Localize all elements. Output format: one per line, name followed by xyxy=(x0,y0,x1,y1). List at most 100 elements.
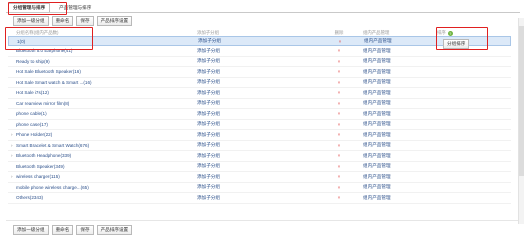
expand-arrow-icon[interactable]: › xyxy=(11,132,13,137)
table-row[interactable]: › Smart Bracelet & Smart Watch(676) 添加子分组 ×… xyxy=(8,141,511,151)
table-row[interactable]: Car rearview mirror film(8) 添加子分组 × 组内产品管理 xyxy=(8,99,511,109)
group-name-text: Hot Sale Smart watch & Smart ...(16) xyxy=(16,79,92,85)
delete-icon[interactable]: × xyxy=(326,39,354,44)
group-name-text: Smart Bracelet & Smart Watch(676) xyxy=(16,142,90,148)
group-name[interactable]: mobile phone wireless charge...(65) xyxy=(8,185,197,190)
manage-products-link[interactable]: 组内产品管理 xyxy=(353,69,445,75)
header-add-subgroup: 添加子分组 xyxy=(197,30,219,35)
group-name-text: mobile phone wireless charge...(65) xyxy=(16,184,89,190)
toolbar-bottom: 添加一级分组 重命名 保存 产品排序设置 xyxy=(13,225,133,235)
group-name[interactable]: Ready to ship(9) xyxy=(8,59,197,64)
table-row[interactable]: › Bluetooth Headphone(339) 添加子分组 × 组内产品管理 xyxy=(8,151,511,162)
group-name-text: Hot Sale i7s(12) xyxy=(16,90,49,96)
delete-icon[interactable]: × xyxy=(325,143,353,148)
delete-icon[interactable]: × xyxy=(325,195,353,200)
group-name[interactable]: › Smart Bracelet & Smart Watch(676) xyxy=(8,143,197,148)
manage-products-link[interactable]: 组内产品管理 xyxy=(353,132,445,138)
expand-arrow-icon[interactable]: › xyxy=(11,174,13,179)
table-bottom-divider xyxy=(6,220,520,221)
delete-icon[interactable]: × xyxy=(325,174,353,179)
expand-arrow-icon[interactable]: › xyxy=(11,143,13,148)
group-name[interactable]: Hot Sale Smart watch & Smart ...(16) xyxy=(8,80,197,85)
add-subgroup-link[interactable]: 添加子分组 xyxy=(198,38,326,44)
delete-icon[interactable]: × xyxy=(325,80,353,85)
group-name[interactable]: Car rearview mirror film(8) xyxy=(8,101,197,106)
manage-products-link[interactable]: 组内产品管理 xyxy=(353,184,445,190)
table-row[interactable]: phone cable(1) 添加子分组 × 组内产品管理 xyxy=(8,109,511,120)
product-sort-settings-button[interactable]: 产品排序设置 xyxy=(96,16,133,26)
manage-products-link[interactable]: 组内产品管理 xyxy=(353,174,445,180)
add-subgroup-link[interactable]: 添加子分组 xyxy=(197,48,325,54)
save-button[interactable]: 保存 xyxy=(76,16,94,26)
group-name-text: Bluetooth Speaker(349) xyxy=(16,163,65,169)
add-subgroup-link[interactable]: 添加子分组 xyxy=(197,79,325,85)
expand-arrow-icon[interactable]: › xyxy=(11,153,13,158)
add-subgroup-link[interactable]: 添加子分组 xyxy=(197,195,325,201)
delete-icon[interactable]: × xyxy=(325,90,353,95)
group-name[interactable]: Bluetooth Speaker(349) xyxy=(8,164,197,169)
scrollbar-thumb[interactable] xyxy=(519,26,524,176)
add-subgroup-link[interactable]: 添加子分组 xyxy=(197,174,325,180)
add-subgroup-link[interactable]: 添加子分组 xyxy=(197,153,325,159)
table-row[interactable]: Bluetooth Speaker(349) 添加子分组 × 组内产品管理 xyxy=(8,162,511,172)
scrollbar[interactable] xyxy=(518,18,524,224)
add-subgroup-link[interactable]: 添加子分组 xyxy=(197,100,325,106)
manage-products-link[interactable]: 组内产品管理 xyxy=(353,195,445,201)
manage-products-link[interactable]: 组内产品管理 xyxy=(353,48,445,54)
delete-icon[interactable]: × xyxy=(325,153,353,158)
manage-products-link[interactable]: 组内产品管理 xyxy=(353,58,445,64)
add-subgroup-link[interactable]: 添加子分组 xyxy=(197,111,325,117)
table-row[interactable]: Hot Sale Bluetooth Speaker(16) 添加子分组 × 组内产品… xyxy=(8,67,511,78)
add-first-level-group-button-bottom[interactable]: 添加一级分组 xyxy=(13,225,49,235)
table-row[interactable]: › Phone Holder(22) 添加子分组 × 组内产品管理 xyxy=(8,130,511,141)
delete-icon[interactable]: × xyxy=(325,132,353,137)
delete-icon[interactable]: × xyxy=(325,48,353,53)
add-first-level-group-button[interactable]: 添加一级分组 xyxy=(13,16,49,26)
product-sort-settings-button-bottom[interactable]: 产品排序设置 xyxy=(96,225,133,235)
group-name[interactable]: phone cable(1) xyxy=(8,111,197,116)
table-row[interactable]: mobile phone wireless charge...(65) 添加子分组… xyxy=(8,183,511,193)
manage-products-link[interactable]: 组内产品管理 xyxy=(354,38,446,44)
manage-products-link[interactable]: 组内产品管理 xyxy=(353,121,445,127)
add-subgroup-link[interactable]: 添加子分组 xyxy=(197,142,325,148)
manage-products-link[interactable]: 组内产品管理 xyxy=(353,153,445,159)
manage-products-link[interactable]: 组内产品管理 xyxy=(353,90,445,96)
add-subgroup-link[interactable]: 添加子分组 xyxy=(197,58,325,64)
manage-products-link[interactable]: 组内产品管理 xyxy=(353,79,445,85)
table-row[interactable]: Others(2343) 添加子分组 × 组内产品管理 xyxy=(8,193,511,204)
add-subgroup-link[interactable]: 添加子分组 xyxy=(197,121,325,127)
add-subgroup-link[interactable]: 添加子分组 xyxy=(197,163,325,169)
group-name[interactable]: Hot Sale Bluetooth Speaker(16) xyxy=(8,69,197,74)
group-name[interactable]: › Bluetooth Headphone(339) xyxy=(8,153,197,158)
group-name[interactable]: › wireless charger(115) xyxy=(8,174,197,179)
delete-icon[interactable]: × xyxy=(325,122,353,127)
delete-icon[interactable]: × xyxy=(325,185,353,190)
add-subgroup-link[interactable]: 添加子分组 xyxy=(197,69,325,75)
group-name-text: phone case(17) xyxy=(16,121,48,127)
add-subgroup-link[interactable]: 添加子分组 xyxy=(197,184,325,190)
manage-products-link[interactable]: 组内产品管理 xyxy=(353,142,445,148)
delete-icon[interactable]: × xyxy=(325,59,353,64)
table-row[interactable]: phone case(17) 添加子分组 × 组内产品管理 xyxy=(8,120,511,130)
manage-products-link[interactable]: 组内产品管理 xyxy=(353,111,445,117)
rename-button-bottom[interactable]: 重命名 xyxy=(51,225,74,235)
group-name[interactable]: Others(2343) xyxy=(8,195,197,200)
table-row[interactable]: › wireless charger(115) 添加子分组 × 组内产品管理 xyxy=(8,172,511,183)
rename-button[interactable]: 重命名 xyxy=(51,16,74,26)
group-name[interactable]: › Phone Holder(22) xyxy=(8,132,197,137)
delete-icon[interactable]: × xyxy=(325,111,353,116)
add-subgroup-link[interactable]: 添加子分组 xyxy=(197,90,325,96)
table-row[interactable]: Hot Sale Smart watch & Smart ...(16) 添加子分… xyxy=(8,78,511,88)
group-name-text: Car rearview mirror film(8) xyxy=(16,100,70,106)
delete-icon[interactable]: × xyxy=(325,69,353,74)
save-button-bottom[interactable]: 保存 xyxy=(76,225,94,235)
group-name[interactable]: Hot Sale i7s(12) xyxy=(8,90,197,95)
table-row[interactable]: Ready to ship(9) 添加子分组 × 组内产品管理 xyxy=(8,57,511,67)
add-subgroup-link[interactable]: 添加子分组 xyxy=(197,132,325,138)
delete-icon[interactable]: × xyxy=(325,164,353,169)
manage-products-link[interactable]: 组内产品管理 xyxy=(353,100,445,106)
group-name[interactable]: phone case(17) xyxy=(8,122,197,127)
table-row[interactable]: Hot Sale i7s(12) 添加子分组 × 组内产品管理 xyxy=(8,88,511,99)
delete-icon[interactable]: × xyxy=(325,101,353,106)
manage-products-link[interactable]: 组内产品管理 xyxy=(353,163,445,169)
